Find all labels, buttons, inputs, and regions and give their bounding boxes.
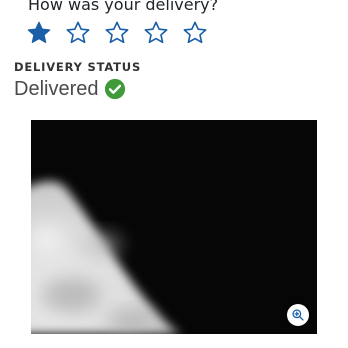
star-icon-1[interactable] (26, 20, 52, 46)
star-rating[interactable] (26, 20, 221, 46)
delivery-photo-image (31, 120, 317, 334)
rating-question: How was your delivery? (28, 0, 219, 14)
delivery-status: Delivered (14, 76, 126, 102)
star-icon-5[interactable] (182, 20, 208, 46)
star-icon-4[interactable] (143, 20, 169, 46)
star-icon-3[interactable] (104, 20, 130, 46)
zoom-icon-handle (294, 311, 304, 321)
zoom-in-icon (292, 309, 304, 321)
star-shape (105, 21, 129, 44)
check-circle-icon (105, 78, 126, 100)
delivery-photo[interactable] (31, 120, 317, 334)
star-shape (27, 21, 51, 43)
zoom-button[interactable] (287, 304, 309, 326)
star-shape (144, 21, 168, 44)
star-shape (66, 21, 90, 44)
check-circle-bg (105, 78, 126, 100)
star-icon-2[interactable] (65, 20, 91, 46)
delivery-status-label: DELIVERY STATUS (14, 60, 142, 74)
delivery-status-value: Delivered (14, 78, 99, 100)
star-shape (183, 21, 207, 44)
